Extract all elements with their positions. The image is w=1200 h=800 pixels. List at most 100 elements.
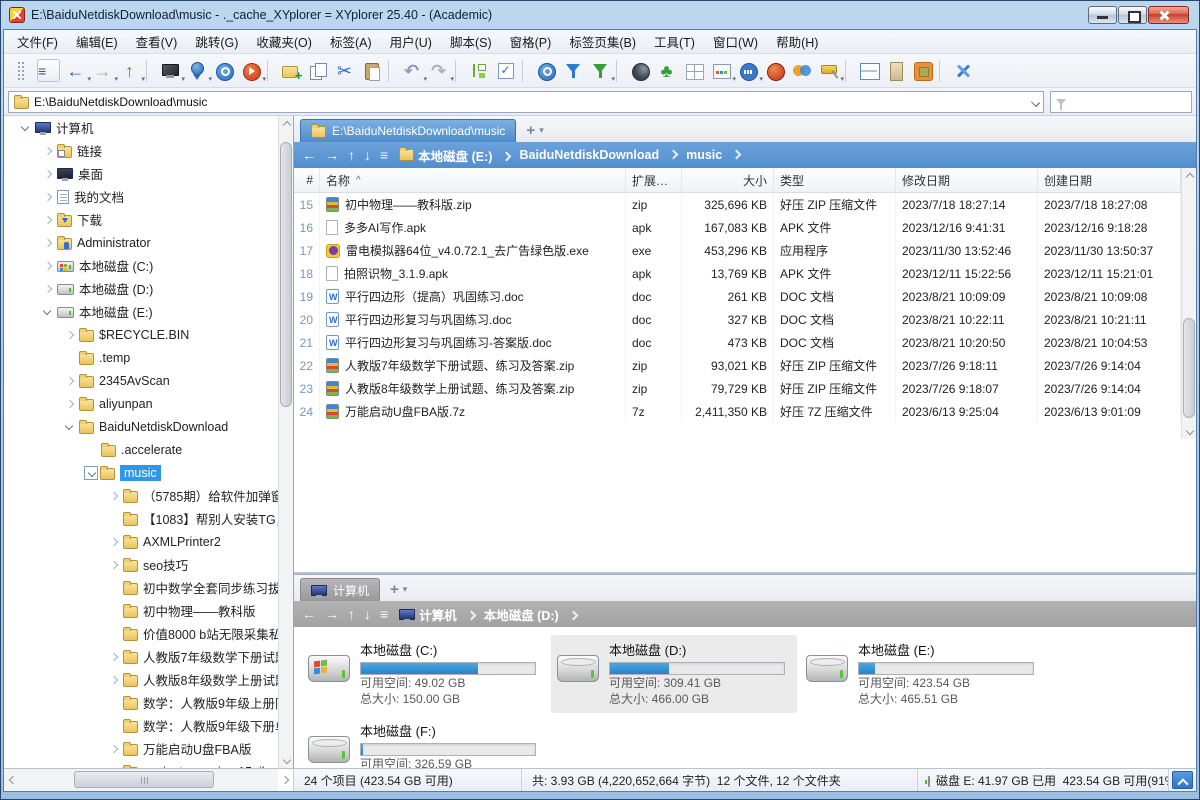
tree-item[interactable]: music xyxy=(4,461,278,484)
平行四边形（提高）巩固练习.doc[interactable]: 19 平行四边形（提高）巩固练习.doc doc 261 KB DOC 文档 2… xyxy=(294,285,1181,308)
拍照识物_3.1.9.apk[interactable]: 18 拍照识物_3.1.9.apk apk 13,769 KB APK 文件 2… xyxy=(294,262,1181,285)
menu-panes[interactable]: 窗格(P) xyxy=(501,29,561,54)
scroll-thumb[interactable] xyxy=(1183,318,1195,418)
expander-icon[interactable] xyxy=(106,489,121,503)
dark-mode-button[interactable] xyxy=(626,57,653,84)
expander-icon[interactable] xyxy=(106,673,121,687)
expander-icon[interactable] xyxy=(62,420,77,434)
expander-icon[interactable] xyxy=(84,443,99,457)
breadcrumb-item[interactable]: 计算机 xyxy=(419,605,484,624)
expander-icon[interactable] xyxy=(40,236,55,250)
new-folder-button[interactable] xyxy=(277,57,304,84)
file-name-cell[interactable]: 人教版8年级数学上册试题、练习及答案.zip xyxy=(320,377,626,400)
file-name-cell[interactable]: 平行四边形（提高）巩固练习.doc xyxy=(320,285,626,308)
tree-item[interactable]: 本地磁盘 (E:) xyxy=(4,300,278,323)
column-ext[interactable]: 扩展… xyxy=(626,168,682,192)
forward-button[interactable]: → ▾ xyxy=(89,57,116,84)
expander-icon[interactable] xyxy=(62,328,77,342)
多多AI写作.apk[interactable]: 16 多多AI写作.apk apk 167,083 KB APK 文件 2023… xyxy=(294,216,1181,239)
初中物理——教科版.zip[interactable]: 15 初中物理——教科版.zip zip 325,696 KB 好压 ZIP 压… xyxy=(294,193,1181,216)
file-name-cell[interactable]: 平行四边形复习与巩固练习.doc xyxy=(320,308,626,331)
tree-item[interactable]: seo技巧 xyxy=(4,553,278,576)
quick-filter-button[interactable]: ▾ xyxy=(586,57,613,84)
tree-item[interactable]: 桌面 xyxy=(4,162,278,185)
scroll-thumb[interactable] xyxy=(280,142,292,407)
expander-icon[interactable] xyxy=(18,121,33,135)
expander-icon[interactable] xyxy=(40,305,55,319)
goto-button[interactable]: ▾ xyxy=(237,57,264,84)
grid-view-button[interactable] xyxy=(680,57,707,84)
scroll-right-button[interactable] xyxy=(278,769,293,791)
collapse-statusbar-button[interactable] xyxy=(1172,771,1193,789)
checkbox-select-button[interactable] xyxy=(492,57,519,84)
tree-item[interactable]: 【1083】帮别人安装TG， xyxy=(4,507,278,530)
expander-icon[interactable] xyxy=(84,466,98,480)
tree-item[interactable]: .accelerate xyxy=(4,438,278,461)
tree-item[interactable]: 初中物理——教科版 xyxy=(4,599,278,622)
expander-icon[interactable] xyxy=(62,397,77,411)
menu-go[interactable]: 跳转(G) xyxy=(186,29,247,54)
tree-item[interactable]: 我的文档 xyxy=(4,185,278,208)
find-files-button[interactable] xyxy=(532,57,559,84)
chevron-down-icon[interactable] xyxy=(1031,98,1040,107)
平行四边形复习与巩固练习.doc[interactable]: 20 平行四边形复习与巩固练习.doc doc 327 KB DOC 文档 20… xyxy=(294,308,1181,331)
column-created[interactable]: 创建日期 xyxy=(1038,168,1181,192)
expander-icon[interactable] xyxy=(40,259,55,273)
paste-button[interactable] xyxy=(358,57,385,84)
file-name-cell[interactable]: 雷电模拟器64位_v4.0.72.1_去广告绿色版.exe xyxy=(320,239,626,262)
column-name[interactable]: 名称^ xyxy=(320,168,626,192)
tree-item[interactable]: 计算机 xyxy=(4,116,278,139)
drag-grip[interactable] xyxy=(8,57,35,84)
pane-back-button[interactable]: ← xyxy=(302,147,316,163)
tree-item[interactable]: 人教版8年级数学上册试题 xyxy=(4,668,278,691)
万能启动U盘FBA版.7z[interactable]: 24 万能启动U盘FBA版.7z 7z 2,411,350 KB 好压 7Z 压… xyxy=(294,400,1181,423)
tree-pane-toggle-button[interactable] xyxy=(882,57,909,84)
tree-item[interactable]: 数学：人教版9年级下册单 xyxy=(4,714,278,737)
file-name-cell[interactable]: 初中物理——教科版.zip xyxy=(320,193,626,216)
本地磁盘 (D:)[interactable]: 本地磁盘 (D:) 可用空间: 309.41 GB 总大小: 466.00 GB xyxy=(551,635,797,713)
address-input[interactable]: E:\BaiduNetdiskDownload\music xyxy=(8,91,1044,113)
paint-button[interactable]: ▾ xyxy=(815,57,842,84)
copy-button[interactable] xyxy=(304,57,331,84)
scroll-down-button[interactable] xyxy=(1182,424,1196,439)
tree-item[interactable]: 价值8000 b站无限采集私 xyxy=(4,622,278,645)
scroll-down-button[interactable] xyxy=(279,753,294,768)
expander-icon[interactable] xyxy=(106,719,121,733)
mini-tree-button[interactable] xyxy=(909,57,936,84)
tree-item[interactable]: navicat_premium15nib_dow xyxy=(4,760,278,768)
tree-horizontal-scrollbar[interactable] xyxy=(4,769,294,791)
本地磁盘 (C:)[interactable]: 本地磁盘 (C:) 可用空间: 49.02 GB 总大小: 150.00 GB xyxy=(302,635,548,713)
tree-item[interactable]: 数学：人教版9年级上册同 xyxy=(4,691,278,714)
tree-item[interactable]: 本地磁盘 (C:) xyxy=(4,254,278,277)
file-name-cell[interactable]: 人教版7年级数学下册试题、练习及答案.zip xyxy=(320,354,626,377)
menu-window[interactable]: 窗口(W) xyxy=(704,29,767,54)
tree-style-button[interactable]: ♣ xyxy=(653,57,680,84)
zoom-search-button[interactable] xyxy=(210,57,237,84)
file-name-cell[interactable]: 万能启动U盘FBA版.7z xyxy=(320,400,626,423)
back-button[interactable]: ← ▾ xyxy=(62,57,89,84)
file-name-cell[interactable]: 拍照识物_3.1.9.apk xyxy=(320,262,626,285)
close-button[interactable] xyxy=(1148,6,1189,24)
breadcrumb-item[interactable]: music xyxy=(686,148,749,162)
up-button[interactable]: ↑ ▾ xyxy=(116,57,143,84)
cut-button[interactable]: ✂ xyxy=(331,57,358,84)
menu-user[interactable]: 用户(U) xyxy=(381,29,441,54)
menu-file[interactable]: 文件(F) xyxy=(8,29,67,54)
tree-item[interactable]: Administrator xyxy=(4,231,278,254)
tags-button[interactable]: ▾ xyxy=(734,57,761,84)
tab-computer[interactable]: 计算机 xyxy=(300,578,380,601)
pane-down-button[interactable]: ↓ xyxy=(364,147,371,163)
tree-item[interactable]: 万能启动U盘FBA版 xyxy=(4,737,278,760)
人教版7年级数学下册试题、练习及答案.zip[interactable]: 22 人教版7年级数学下册试题、练习及答案.zip zip 93,021 KB … xyxy=(294,354,1181,377)
expander-icon[interactable] xyxy=(40,282,55,296)
column-num[interactable]: # xyxy=(294,168,320,192)
column-size[interactable]: 大小 xyxy=(682,168,774,192)
pane-forward-button[interactable]: → xyxy=(325,147,339,163)
pane-menu-button[interactable]: ≡ xyxy=(380,147,388,163)
tab-list-button[interactable]: ▾ xyxy=(403,584,408,595)
show-desktop-button[interactable]: ▾ xyxy=(156,57,183,84)
expander-icon[interactable] xyxy=(40,190,55,204)
undo-button[interactable]: ↶ ▾ xyxy=(398,57,425,84)
tree-item[interactable]: 本地磁盘 (D:) xyxy=(4,277,278,300)
menu-tabsets[interactable]: 标签页集(B) xyxy=(560,29,645,54)
